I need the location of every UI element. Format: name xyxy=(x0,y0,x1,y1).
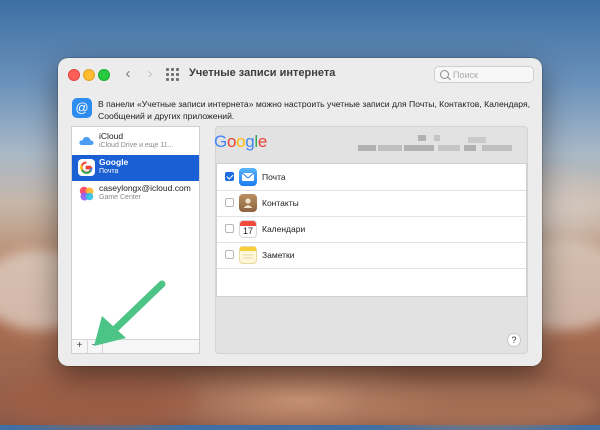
google-logo: Google xyxy=(214,132,268,151)
service-checkbox[interactable] xyxy=(225,250,234,259)
service-row-mail[interactable]: Почта xyxy=(217,164,526,191)
zoom-button[interactable] xyxy=(98,69,110,81)
back-chevron-icon[interactable]: ‹ xyxy=(120,65,136,83)
close-button[interactable] xyxy=(68,69,80,81)
google-g-icon xyxy=(78,159,95,176)
show-all-grid-icon[interactable] xyxy=(166,68,179,81)
account-subtitle: Game Center xyxy=(99,194,142,201)
account-subtitle: iCloud Drive и еще 11... xyxy=(99,142,174,149)
account-name: Google xyxy=(99,157,129,167)
account-name: iCloud xyxy=(99,131,124,141)
contacts-icon xyxy=(239,194,257,212)
notes-icon xyxy=(239,246,257,264)
forward-chevron-icon[interactable]: › xyxy=(142,65,158,83)
service-label: Контакты xyxy=(262,198,299,208)
help-button[interactable]: ? xyxy=(507,333,521,347)
account-item-icloud[interactable]: iCloud iCloud Drive и еще 11... xyxy=(72,129,199,155)
search-field[interactable] xyxy=(434,66,534,83)
icloud-icon xyxy=(78,133,95,150)
service-row-notes[interactable]: Заметки xyxy=(217,242,526,269)
search-icon xyxy=(440,70,449,79)
account-subtitle: Почта xyxy=(99,168,119,175)
service-label: Почта xyxy=(262,172,286,182)
account-detail-panel: Google Почта Контакты 17 Календари Замет… xyxy=(214,126,528,354)
service-checkbox[interactable] xyxy=(225,224,234,233)
account-item-game-center[interactable]: caseylongx@icloud.com Game Center xyxy=(72,181,199,207)
services-list: Почта Контакты 17 Календари Заметки xyxy=(216,163,527,297)
calendar-day: 17 xyxy=(242,226,253,236)
title-bar: ‹ › Учетные записи интернета xyxy=(58,58,542,90)
game-center-icon xyxy=(78,185,95,202)
internet-accounts-at-icon: @ xyxy=(72,98,92,118)
add-account-button[interactable]: + xyxy=(72,340,88,353)
account-name: caseylongx@icloud.com xyxy=(99,183,191,193)
minimize-button[interactable] xyxy=(83,69,95,81)
service-label: Календари xyxy=(262,224,306,234)
service-row-contacts[interactable]: Контакты xyxy=(217,190,526,217)
service-checkbox[interactable] xyxy=(225,172,234,181)
calendar-icon: 17 xyxy=(239,220,257,238)
service-checkbox[interactable] xyxy=(225,198,234,207)
service-label: Заметки xyxy=(262,250,295,260)
mail-icon xyxy=(239,168,257,186)
service-row-calendars[interactable]: 17 Календари xyxy=(217,216,526,243)
annotation-arrow-icon xyxy=(94,280,166,346)
account-item-google[interactable]: Google Почта xyxy=(72,155,199,181)
search-input[interactable] xyxy=(453,67,531,82)
pane-description: В панели «Учетные записи интернета» можн… xyxy=(98,99,530,121)
wallpaper-rock xyxy=(360,380,600,430)
window-title: Учетные записи интернета xyxy=(189,67,336,79)
account-email-redacted xyxy=(358,135,523,157)
wallpaper-rock xyxy=(0,370,200,430)
